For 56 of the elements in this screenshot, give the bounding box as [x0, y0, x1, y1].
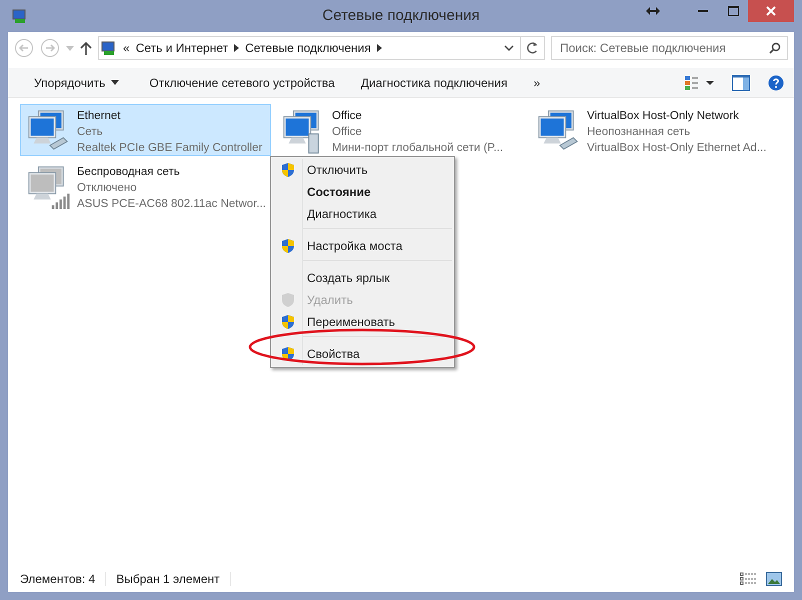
- menu-item[interactable]: Свойства: [307, 347, 360, 361]
- connection-status: Office: [332, 125, 363, 140]
- search-icon: [769, 42, 781, 54]
- breadcrumb[interactable]: Сетевые подключения: [245, 41, 371, 55]
- details-view-icon[interactable]: [740, 572, 756, 586]
- connection-name: VirtualBox Host-Only Network: [587, 109, 740, 124]
- search-field[interactable]: Поиск: Сетевые подключения: [551, 36, 788, 60]
- menu-item[interactable]: Переименовать: [307, 315, 395, 329]
- connection-status: Сеть: [77, 125, 104, 140]
- overflow-chevron[interactable]: «: [123, 41, 130, 55]
- connection-item[interactable]: Ethernet Сеть Realtek PCIe GBE Family Controller: [20, 104, 271, 156]
- network-folder-icon: [101, 40, 117, 56]
- view-options-icon[interactable]: [684, 74, 714, 90]
- connection-device: Мини-порт глобальной сети (P...: [332, 141, 504, 156]
- chevron-icon[interactable]: [234, 44, 240, 52]
- connection-item[interactable]: Office Office Мини-порт глобальной сети (P...: [275, 104, 526, 156]
- shield-icon: [281, 238, 295, 254]
- connection-item[interactable]: VirtualBox Host-Only Network Неопознанная сеть VirtualBox Host-Only Ethernet Ad...: [530, 104, 781, 156]
- chevron-icon[interactable]: [376, 44, 382, 52]
- connection-name: Office: [332, 109, 363, 124]
- selection-count: Выбран 1 элемент: [116, 572, 231, 586]
- item-count: Элементов: 4: [20, 572, 106, 586]
- preview-pane-icon[interactable]: [732, 74, 750, 90]
- close-button[interactable]: [748, 0, 794, 22]
- connection-status: Отключено: [77, 181, 138, 196]
- menu-item[interactable]: Отключить: [307, 163, 368, 177]
- menu-item[interactable]: Состояние: [307, 185, 371, 199]
- connection-device: ASUS PCE-AC68 802.11ac Networ...: [77, 197, 266, 212]
- breadcrumb[interactable]: Сеть и Интернет: [136, 41, 228, 55]
- shield-icon: [281, 346, 295, 362]
- more-button[interactable]: »: [526, 70, 548, 94]
- menu-item[interactable]: Создать ярлык: [307, 271, 390, 285]
- up-arrow-icon[interactable]: [80, 41, 92, 55]
- toolbar-button[interactable]: Упорядочить: [26, 70, 128, 94]
- shield-icon: [281, 162, 295, 178]
- toolbar-button[interactable]: Диагностика подключения: [352, 70, 516, 94]
- shield-icon: [281, 314, 295, 330]
- close-icon: [766, 6, 776, 16]
- caret-icon: [111, 80, 120, 85]
- toolbar-button[interactable]: Отключение сетевого устройства: [141, 70, 343, 94]
- connection-name: Ethernet: [77, 109, 122, 124]
- connection-device: Realtek PCIe GBE Family Controller: [77, 141, 262, 156]
- connection-status: Неопознанная сеть: [587, 125, 692, 140]
- shield-icon: [281, 292, 295, 308]
- network-folder-icon: [12, 8, 28, 24]
- dropdown-icon[interactable]: [504, 45, 514, 51]
- window-title: Сетевые подключения: [322, 7, 480, 24]
- address-bar[interactable]: « Сеть и Интернет Сетевые подключения: [98, 36, 545, 60]
- large-icons-view-icon[interactable]: [766, 572, 782, 586]
- connection-device: VirtualBox Host-Only Ethernet Ad...: [587, 141, 766, 156]
- maximize-icon[interactable]: [728, 6, 738, 16]
- connection-name: Беспроводная сеть: [77, 165, 181, 180]
- menu-item[interactable]: Диагностика: [307, 207, 377, 221]
- menu-item[interactable]: Настройка моста: [307, 239, 402, 253]
- help-icon[interactable]: [768, 74, 784, 90]
- connection-item[interactable]: Беспроводная сеть Отключено ASUS PCE-AC68 802.11ac Networ...: [20, 160, 273, 212]
